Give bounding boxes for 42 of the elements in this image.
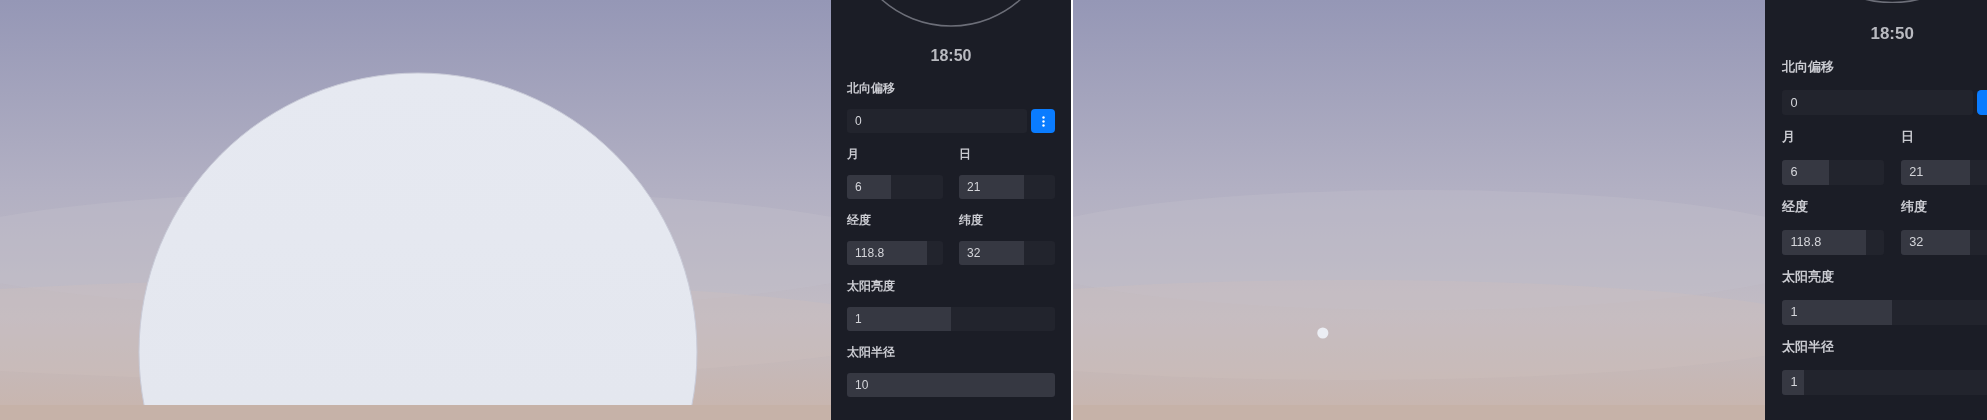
- field-label: 太阳亮度: [847, 278, 895, 294]
- slider-value: 118.8: [1790, 235, 1822, 251]
- slider[interactable]: 21: [1900, 159, 1987, 186]
- slider-value: 1: [1790, 375, 1798, 390]
- slider-value: 6: [855, 180, 862, 194]
- slider-value: 10: [855, 378, 869, 392]
- slider[interactable]: 1: [1781, 299, 1987, 326]
- slider[interactable]: 10: [847, 373, 1055, 397]
- slider[interactable]: 118.8: [1781, 229, 1884, 256]
- field-label: 太阳半径: [1781, 339, 1834, 356]
- field-label: 太阳半径: [847, 344, 895, 360]
- slider[interactable]: 1: [847, 307, 1055, 331]
- slider-value: 32: [967, 246, 981, 260]
- slider[interactable]: 118.8: [847, 241, 943, 265]
- field-label: 经度: [1781, 199, 1808, 217]
- slider[interactable]: 6: [847, 175, 943, 199]
- field-label: 北向偏移: [847, 80, 895, 96]
- slider-value: 118.8: [855, 246, 885, 260]
- slider[interactable]: 1: [1781, 369, 1987, 396]
- slider-value: 21: [1909, 165, 1924, 181]
- time-label: 18:50: [930, 46, 972, 66]
- field-label: 太阳亮度: [1781, 269, 1834, 287]
- slider[interactable]: 6: [1781, 159, 1884, 186]
- input-field[interactable]: 0: [1781, 90, 1973, 116]
- slider-value: 21: [967, 180, 981, 194]
- slider[interactable]: 21: [959, 175, 1055, 199]
- input-field[interactable]: 0: [847, 109, 1027, 133]
- field-label: 月: [1781, 129, 1795, 147]
- field-label: 日: [1900, 129, 1914, 147]
- field-label: 经度: [847, 212, 871, 228]
- field-label: 纬度: [1900, 199, 1927, 217]
- slider-value: 6: [1790, 165, 1798, 181]
- field-label: 日: [959, 146, 971, 162]
- time-label: 18:50: [1870, 23, 1914, 45]
- slider[interactable]: 32: [1900, 229, 1987, 256]
- field-label: 月: [847, 146, 859, 162]
- slider[interactable]: 32: [959, 241, 1055, 265]
- field-label: 北向偏移: [1781, 59, 1834, 77]
- slider-value: 32: [1909, 235, 1924, 251]
- slider-value: 1: [855, 312, 862, 326]
- slider-value: 1: [1790, 305, 1798, 320]
- field-label: 纬度: [959, 212, 983, 228]
